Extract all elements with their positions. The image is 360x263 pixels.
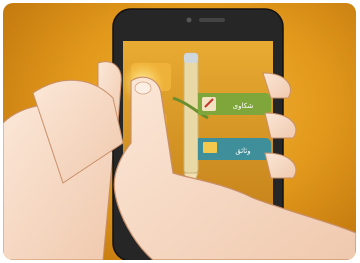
documents-button[interactable]: وثائق (198, 138, 271, 160)
folder-icon (203, 142, 217, 153)
phone-camera (186, 17, 192, 23)
right-grip-finger-3 (264, 152, 297, 179)
pointing-fingernail (134, 81, 152, 95)
phone-speaker (199, 18, 225, 22)
complaints-button[interactable]: شكاوى (198, 93, 271, 115)
right-grip-finger-2 (264, 112, 297, 139)
complaints-label: شكاوى (233, 102, 254, 110)
documents-label: وثائق (235, 147, 250, 155)
illustration-frame: شكاوى وثائق (3, 3, 356, 260)
hand-holding-phone-illustration: شكاوى وثائق (3, 8, 356, 260)
